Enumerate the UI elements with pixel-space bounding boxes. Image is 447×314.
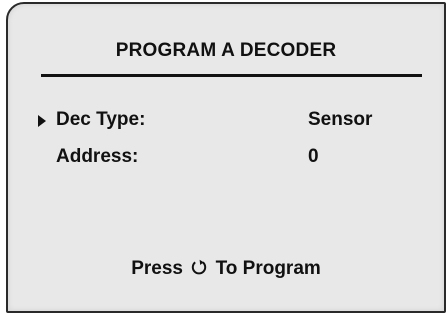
field-address[interactable]: Address: 0 [38, 146, 424, 172]
footer-text-before: Press [131, 258, 183, 279]
footer-instruction: Press To Program [8, 258, 444, 280]
address-label: Address: [56, 146, 139, 167]
field-dec-type[interactable]: Dec Type: Sensor [38, 109, 424, 135]
rotate-dial-icon [192, 259, 207, 275]
title-divider [41, 74, 422, 77]
selection-cursor-icon [38, 115, 46, 127]
footer-text-after: To Program [215, 258, 321, 279]
screen-title: PROGRAM A DECODER [115, 40, 337, 61]
address-value: 0 [308, 146, 319, 167]
dec-type-value: Sensor [308, 109, 373, 130]
lcd-screen: PROGRAM A DECODER Dec Type: Sensor Addre… [6, 2, 446, 313]
dec-type-label: Dec Type: [56, 109, 146, 130]
